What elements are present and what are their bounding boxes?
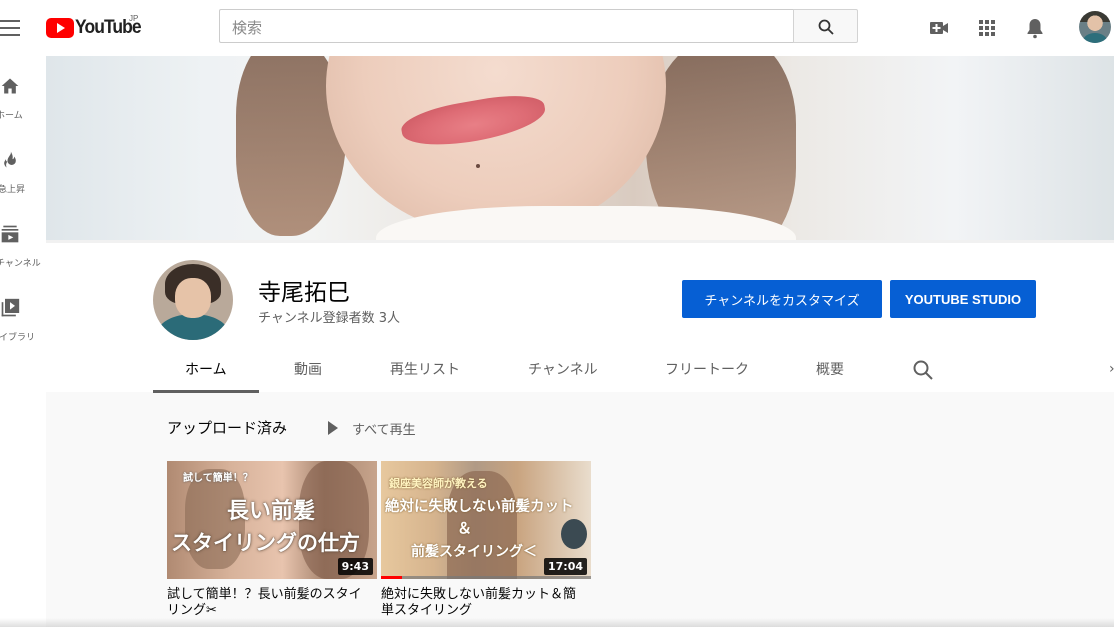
subscriptions-icon [1, 225, 19, 243]
guide-item-subscriptions[interactable]: チャンネル [0, 224, 46, 296]
play-all-button[interactable]: すべて再生 [328, 418, 416, 438]
video-duration: 17:04 [543, 558, 587, 575]
channel-name: 寺尾拓巳 [258, 280, 350, 306]
thumb-caption-1: 銀座美容師が教える [389, 477, 488, 490]
video-title[interactable]: 絶対に失敗しない前髪カット＆簡単スタイリング [381, 587, 581, 619]
video-card[interactable]: 試して簡単！？ 長い前髪 スタイリングの仕方 9:43 試して簡単！？長い前髪の… [167, 461, 377, 619]
bottom-shadow [0, 618, 1114, 627]
guide-label-trending: 急上昇 [0, 185, 26, 195]
home-icon [1, 78, 19, 94]
channel-header: 寺尾拓巳 チャンネル登録者数 3人 チャンネルをカスタマイズ YOUTUBE S… [46, 240, 1114, 393]
tab-free-talk[interactable]: フリートーク [665, 359, 749, 379]
thumb-caption-small: 試して簡単！？ [183, 473, 253, 484]
apps-grid-icon[interactable] [975, 16, 999, 40]
trending-flame-icon [4, 151, 16, 168]
search-input[interactable]: 検索 [219, 9, 793, 43]
watch-progress-bar [381, 576, 402, 579]
tab-playlists[interactable]: 再生リスト [390, 359, 460, 379]
youtube-studio-button[interactable]: YOUTUBE STUDIO [890, 280, 1036, 318]
menu-hamburger-icon[interactable] [0, 20, 22, 36]
masthead: YouTube JP 検索 [0, 0, 1114, 56]
subscriber-count: チャンネル登録者数 3人 [258, 311, 401, 326]
guide-label-home: ホーム [0, 111, 23, 121]
channel-avatar [153, 260, 233, 340]
youtube-logo[interactable]: YouTube JP [46, 14, 146, 40]
channel-search-icon[interactable] [912, 359, 934, 381]
video-duration: 9:43 [337, 558, 373, 575]
play-icon [328, 421, 338, 435]
uploads-section-title[interactable]: アップロード済み [167, 417, 287, 438]
search-button[interactable] [793, 9, 858, 43]
tab-videos[interactable]: 動画 [294, 359, 322, 379]
tabs-next-arrow[interactable]: › [1109, 361, 1114, 377]
thumb-caption-2: 絶対に失敗しない前髪カット [385, 499, 574, 515]
guide-item-home[interactable]: ホーム [0, 76, 46, 148]
account-avatar[interactable] [1079, 11, 1111, 43]
play-all-label: すべて再生 [352, 422, 416, 438]
search-icon [818, 19, 834, 35]
youtube-play-logo-icon [46, 18, 74, 38]
tab-home[interactable]: ホーム [185, 359, 227, 379]
video-thumbnail[interactable]: 銀座美容師が教える 絶対に失敗しない前髪カット ＆ 前髪スタイリング＜ 17:0… [381, 461, 591, 579]
notifications-bell-icon[interactable] [1023, 16, 1047, 40]
guide-item-library[interactable]: ライブラリ [0, 298, 46, 370]
video-thumbnail[interactable]: 試して簡単！？ 長い前髪 スタイリングの仕方 9:43 [167, 461, 377, 579]
video-card[interactable]: 銀座美容師が教える 絶対に失敗しない前髪カット ＆ 前髪スタイリング＜ 17:0… [381, 461, 591, 619]
mini-guide: ホーム 急上昇 チャンネル ライブラリ [0, 56, 46, 627]
banner-mole [476, 164, 480, 168]
guide-label-library: ライブラリ [0, 333, 36, 343]
channel-banner-image [46, 56, 1114, 240]
thumb-caption-main: 長い前髪 [227, 499, 316, 524]
tab-channels[interactable]: チャンネル [528, 359, 598, 379]
thumb-caption-sub: スタイリングの仕方 [171, 531, 360, 555]
guide-label-subscriptions: チャンネル [0, 259, 41, 269]
guide-item-trending[interactable]: 急上昇 [0, 150, 46, 222]
country-code: JP [129, 14, 139, 23]
channel-content: アップロード済み すべて再生 試して簡単！？ 長い前髪 スタイリングの仕方 9:… [46, 392, 1114, 627]
thumb-caption-3: ＆ [457, 519, 473, 537]
thumb-person-inset [561, 519, 587, 549]
video-title[interactable]: 試して簡単！？長い前髪のスタイリング✂︎ [167, 587, 367, 619]
create-video-icon[interactable] [927, 16, 951, 40]
avatar-face [175, 278, 211, 318]
library-icon [1, 298, 20, 317]
thumb-caption-4: 前髪スタイリング＜ [411, 544, 537, 560]
watch-progress-track [402, 576, 591, 579]
tab-about[interactable]: 概要 [816, 359, 844, 379]
customize-channel-button[interactable]: チャンネルをカスタマイズ [682, 280, 882, 318]
